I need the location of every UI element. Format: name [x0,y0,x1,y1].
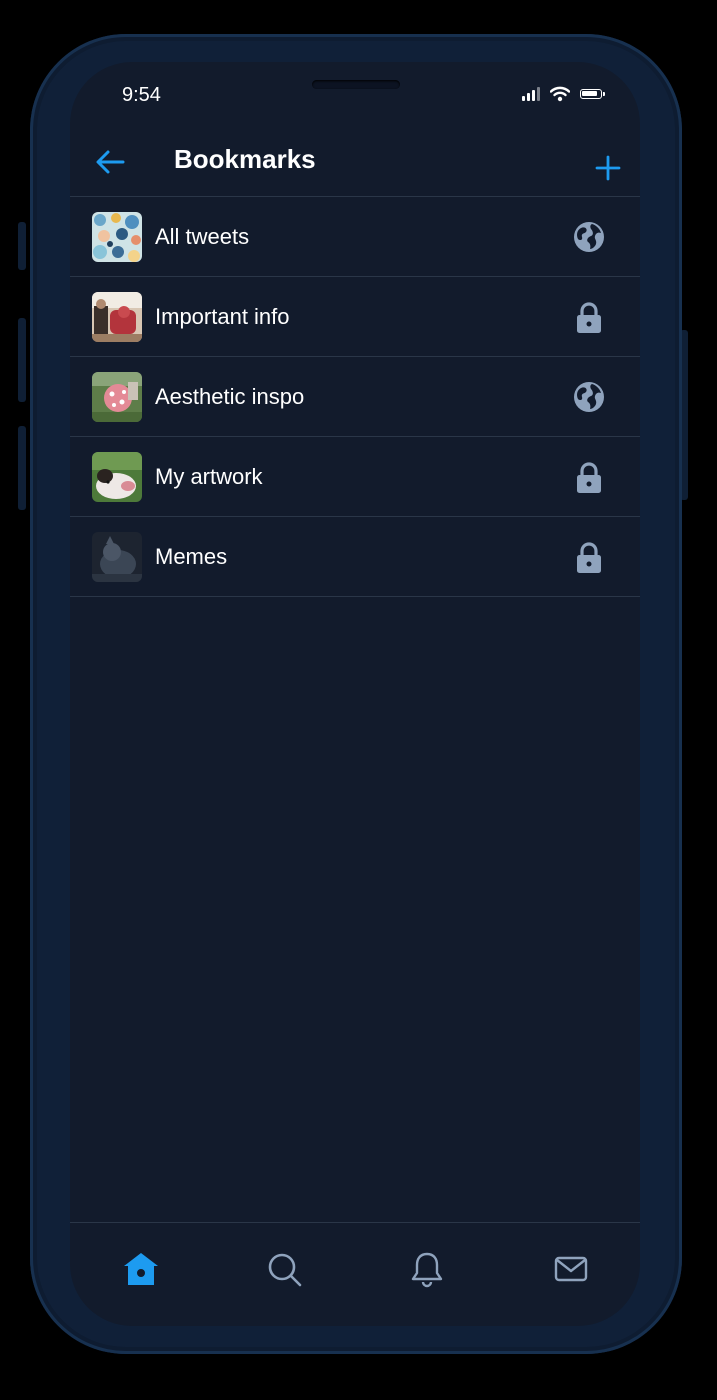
cellular-signal-icon [522,87,540,101]
mail-icon[interactable] [551,1249,591,1289]
bookmark-label: All tweets [155,224,250,249]
search-icon[interactable] [264,1249,304,1289]
battery-icon [580,89,605,99]
globe-icon [574,382,604,412]
bookmark-row-all-tweets[interactable]: All tweets [70,197,640,277]
bookmark-row-important-info[interactable]: Important info [70,277,640,357]
bookmark-row-memes[interactable]: Memes [70,517,640,597]
folder-thumbnail [92,292,142,342]
page-title: Bookmarks [174,144,316,174]
folder-thumbnail [92,372,142,422]
volume-down-button [18,426,26,510]
wifi-icon [550,86,570,102]
status-time: 9:54 [122,84,161,106]
lock-icon [577,302,601,333]
home-icon[interactable] [121,1249,161,1289]
volume-up-button [18,318,26,402]
bottom-tab-bar [70,1222,640,1326]
bookmark-row-my-artwork[interactable]: My artwork [70,437,640,517]
header: Bookmarks [70,132,640,197]
bookmark-label: Memes [155,544,228,569]
mute-switch [18,222,26,270]
back-arrow-icon[interactable] [94,148,126,176]
bell-icon[interactable] [407,1249,447,1289]
add-bookmark-folder-icon[interactable] [594,154,622,182]
bookmark-row-aesthetic-inspo[interactable]: Aesthetic inspo [70,357,640,437]
bookmark-label: My artwork [155,464,263,489]
bookmark-label: Aesthetic inspo [155,384,305,409]
status-icons [522,86,605,102]
folder-thumbnail [92,452,142,502]
bookmark-list: All tweets Important info Aesthetic insp… [70,197,640,597]
globe-icon [574,222,604,252]
speaker-grille [312,80,400,89]
folder-thumbnail [92,532,142,582]
folder-thumbnail [92,212,142,262]
bookmark-label: Important info [155,304,290,329]
lock-icon [577,462,601,493]
lock-icon [577,542,601,573]
phone-screen: 9:54 Bookmarks All tweets Important info… [70,62,640,1326]
